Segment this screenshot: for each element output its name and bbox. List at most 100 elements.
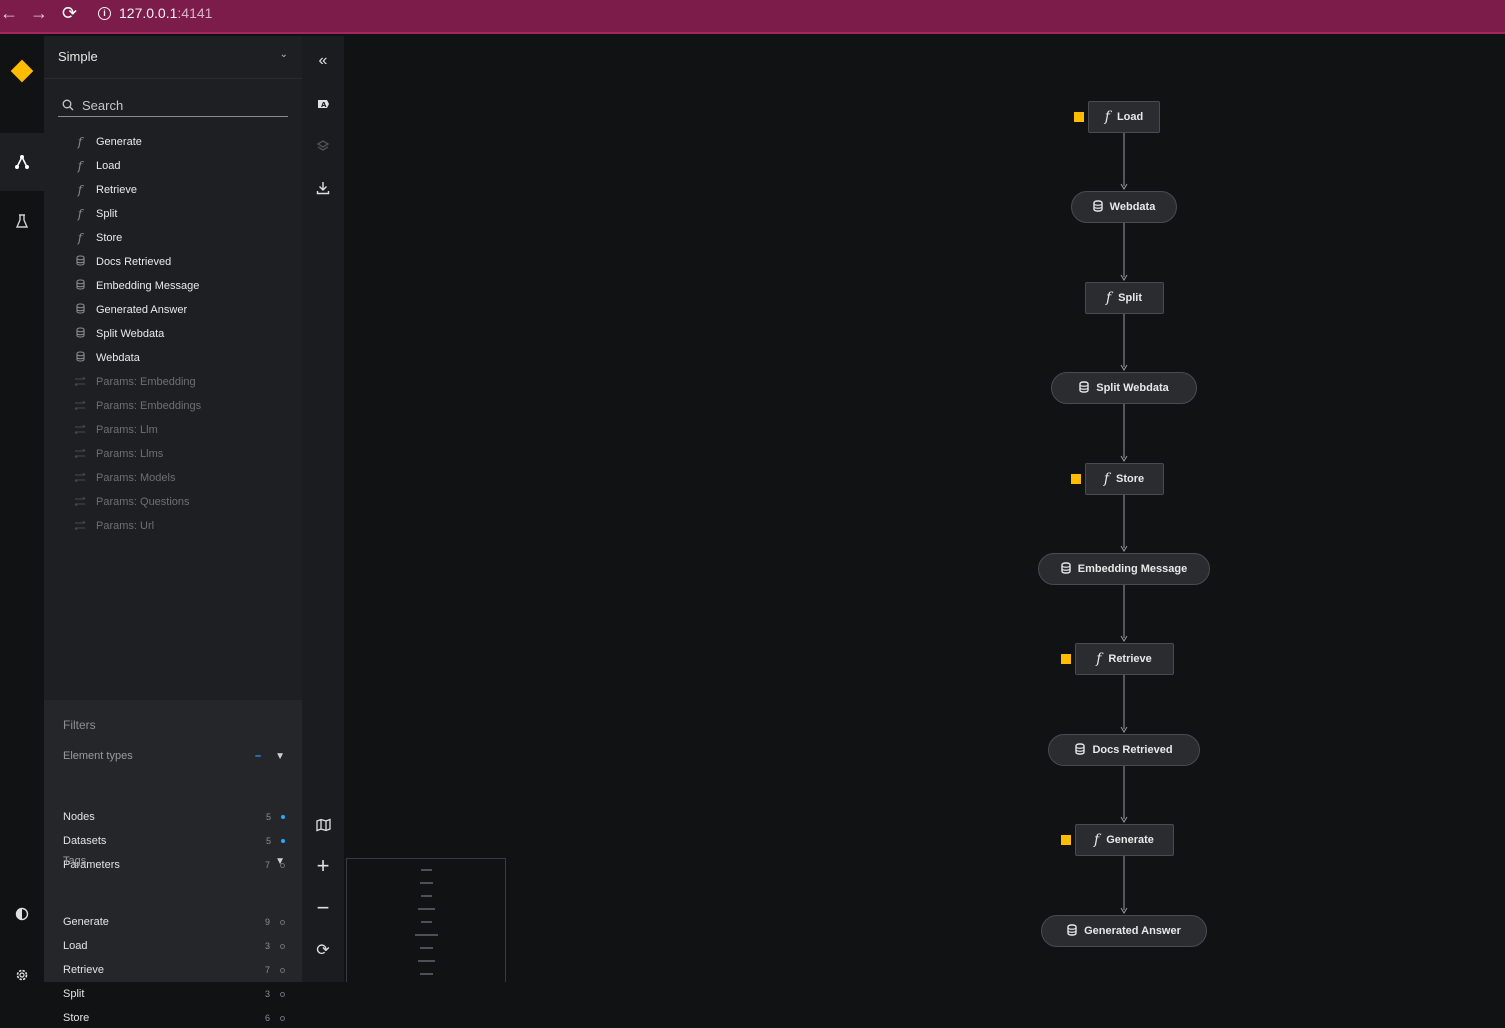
sidebar-item-store[interactable]: f Store [74,226,201,250]
filter-toggle[interactable] [281,815,285,819]
sidebar-item-params-llm[interactable]: Params: Llm [74,418,201,442]
filter-label: Generate [63,916,109,928]
sidebar-item-docs-retrieved[interactable]: Docs Retrieved [74,250,201,274]
sidebar-item-params-llms[interactable]: Params: Llms [74,442,201,466]
partial-select-icon[interactable]: – [255,750,261,762]
tags-group[interactable]: Tags ▼ [63,855,285,867]
filter-toggle[interactable] [280,967,285,973]
tags-label: Tags [63,855,87,867]
sidebar-item-params-embeddings[interactable]: Params: Embeddings [74,394,201,418]
collapse-sidebar-icon[interactable]: « [302,46,344,76]
filter-toggle[interactable] [280,919,285,925]
flask-icon[interactable] [0,192,44,250]
caret-down-icon[interactable]: ▼ [275,751,285,762]
pipeline-dropdown-value: Simple [58,49,98,64]
filter-row-tag-retrieve[interactable]: Retrieve 7 [63,960,285,980]
node-store[interactable]: f Store [1084,463,1164,495]
sidebar-item-retrieve[interactable]: f Retrieve [74,178,201,202]
filter-row-datasets[interactable]: Datasets 5 [63,831,285,851]
element-types-group[interactable]: Element types – ▼ [63,750,285,762]
sidebar-item-generated-answer[interactable]: Generated Answer [74,298,201,322]
url-host: 127.0.0.1 [119,5,178,21]
flowchart-canvas[interactable]: f Load Webdata f Split Split Webdata f Store Emb… [344,36,1505,982]
gear-icon[interactable] [0,946,44,1004]
filter-count: 7 [264,965,270,975]
plus-icon[interactable]: + [302,851,344,881]
sidebar-item-embedding-message[interactable]: Embedding Message [74,274,201,298]
sidebar-item-label: Params: Questions [96,496,190,508]
minimap-node [415,934,438,936]
filter-count: 5 [265,836,271,846]
sidebar-item-load[interactable]: f Load [74,154,201,178]
node-label: Split Webdata [1096,382,1169,394]
dataset-webdata[interactable]: Webdata [1071,191,1177,223]
pipeline-dropdown[interactable]: Simple ⌄ [44,36,302,79]
sidebar-item-params-models[interactable]: Params: Models [74,466,201,490]
sidebar-item-label: Store [96,232,123,244]
dataset-icon [1075,742,1086,758]
filter-toggle[interactable] [281,839,285,843]
node-label: Webdata [1109,201,1156,213]
sidebar-item-params-url[interactable]: Params: Url [74,514,201,538]
arrow-left-icon[interactable]: ← [0,3,18,23]
chevron-down-icon: ⌄ [279,49,288,60]
filter-toggle[interactable] [280,943,285,949]
search-icon [62,99,74,111]
sidebar-item-split-webdata[interactable]: Split Webdata [74,322,201,346]
dataset-generated-answer[interactable]: Generated Answer [1041,915,1207,947]
sidebar-item-split[interactable]: f Split [74,202,201,226]
filter-label: Nodes [63,811,95,823]
function-icon: f [77,207,83,221]
map-icon[interactable] [302,810,344,840]
sidebar-item-label: Load [96,160,121,172]
sidebar-item-label: Split [96,208,118,220]
sidebar-item-params-questions[interactable]: Params: Questions [74,490,201,514]
address-bar[interactable]: i 127.0.0.1:4141 [98,2,212,24]
reset-icon[interactable]: ⟳ [302,935,344,965]
sidebar-item-label: Split Webdata [96,328,165,340]
minimap[interactable] [346,858,506,982]
node-retrieve[interactable]: f Retrieve [1074,643,1174,675]
node-generate[interactable]: f Generate [1074,824,1174,856]
sidebar-item-label: Docs Retrieved [96,256,172,268]
search-input[interactable]: Search [58,94,288,117]
parameter-icon [74,519,86,533]
sidebar-item-params-embedding[interactable]: Params: Embedding [74,370,201,394]
dataset-docs-retrieved[interactable]: Docs Retrieved [1048,734,1200,766]
node-split[interactable]: f Split [1084,282,1164,314]
theme-toggle-icon[interactable] [0,885,44,943]
parameter-icon [74,447,86,461]
function-icon: f [1104,109,1110,125]
sidebar-item-generate[interactable]: f Generate [74,130,201,154]
sidebar-item-label: Params: Llms [96,448,164,460]
caret-down-icon[interactable]: ▼ [275,856,285,867]
layers-icon[interactable] [302,131,344,161]
sidebar-item-label: Embedding Message [96,280,200,292]
label-toggle-icon[interactable]: A [302,89,344,119]
filter-toggle[interactable] [280,991,285,997]
dataset-split-webdata[interactable]: Split Webdata [1051,372,1197,404]
sidebar-item-label: Generated Answer [96,304,188,316]
sidebar-item-webdata[interactable]: Webdata [74,346,201,370]
arrow-right-icon[interactable]: → [30,3,48,23]
kedro-diamond-icon[interactable] [0,42,44,100]
node-load[interactable]: f Load [1088,101,1160,133]
filter-row-tag-store[interactable]: Store 6 [63,1008,285,1028]
parameter-icon [74,399,86,413]
filter-row-tag-split[interactable]: Split 3 [63,984,285,1004]
filter-row-tag-load[interactable]: Load 3 [63,936,285,956]
dataset-embedding-message[interactable]: Embedding Message [1038,553,1210,585]
reload-icon[interactable]: ⟳ [62,3,77,23]
minimap-node [421,869,432,871]
function-icon: f [77,159,83,173]
minus-icon[interactable]: − [302,893,344,923]
download-icon[interactable] [302,173,344,203]
node-label: Split [1118,292,1143,304]
info-icon[interactable]: i [98,6,111,20]
filter-row-tag-generate[interactable]: Generate 9 [63,912,285,932]
flowchart-icon[interactable] [0,133,44,191]
function-icon: f [1103,471,1110,487]
filter-row-nodes[interactable]: Nodes 5 [63,807,285,827]
function-icon: f [1105,290,1112,306]
filter-toggle[interactable] [280,1015,285,1021]
